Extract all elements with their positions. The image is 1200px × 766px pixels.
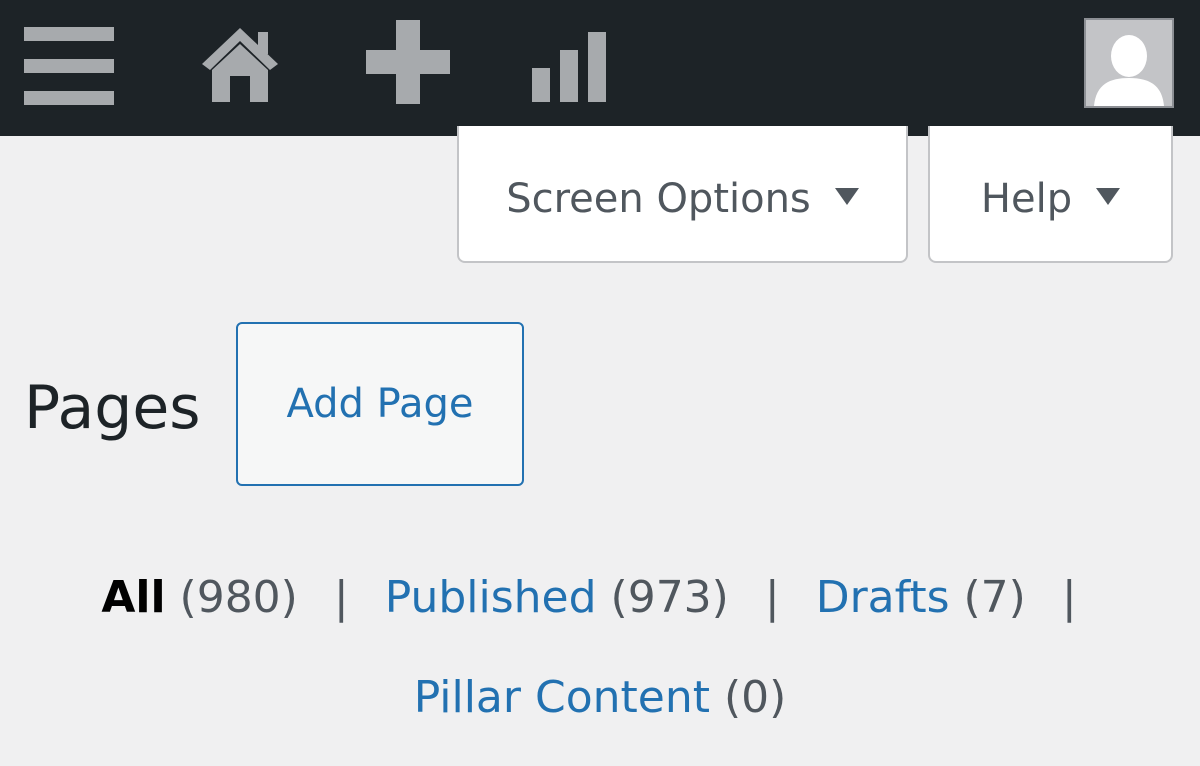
caret-down-icon bbox=[834, 188, 859, 205]
add-page-button[interactable]: Add Page bbox=[236, 322, 524, 486]
filter-all-count: (980) bbox=[179, 572, 298, 623]
menu-line bbox=[24, 59, 114, 73]
home-icon[interactable] bbox=[198, 24, 282, 104]
filter-drafts-link[interactable]: Drafts bbox=[816, 572, 950, 623]
menu-icon[interactable] bbox=[24, 27, 116, 105]
filter-drafts-count: (7) bbox=[963, 572, 1026, 623]
page-title: Pages bbox=[24, 373, 201, 443]
screen-options-label: Screen Options bbox=[506, 175, 811, 222]
screen-options-button[interactable]: Screen Options bbox=[457, 126, 908, 263]
filter-row: All (980) | Published (973) | Drafts (7)… bbox=[0, 548, 1200, 648]
admin-bar bbox=[0, 0, 1200, 136]
filter-pillar-content-link[interactable]: Pillar Content bbox=[414, 672, 710, 723]
menu-line bbox=[24, 91, 114, 105]
filter-drafts: Drafts (7) bbox=[802, 572, 1040, 623]
bar-chart-icon[interactable] bbox=[530, 28, 608, 104]
filter-all: All (980) bbox=[101, 572, 312, 623]
filter-published-link[interactable]: Published bbox=[385, 572, 597, 623]
filter-published-count: (973) bbox=[610, 572, 729, 623]
filter-published: Published (973) bbox=[371, 572, 743, 623]
separator: | bbox=[333, 572, 349, 623]
filter-pillar-content: Pillar Content (0) bbox=[414, 672, 787, 723]
plus-icon[interactable] bbox=[364, 20, 452, 104]
filter-row: Pillar Content (0) bbox=[0, 648, 1200, 748]
caret-down-icon bbox=[1096, 188, 1121, 205]
help-label: Help bbox=[980, 175, 1073, 222]
status-filters: All (980) | Published (973) | Drafts (7)… bbox=[0, 548, 1200, 748]
menu-line bbox=[24, 27, 114, 41]
user-silhouette-icon bbox=[1086, 20, 1172, 106]
avatar[interactable] bbox=[1084, 18, 1174, 108]
separator: | bbox=[1061, 572, 1077, 623]
filter-all-link[interactable]: All bbox=[101, 572, 165, 623]
filter-pillar-content-count: (0) bbox=[723, 672, 787, 723]
separator: | bbox=[764, 572, 780, 623]
help-button[interactable]: Help bbox=[928, 126, 1173, 263]
